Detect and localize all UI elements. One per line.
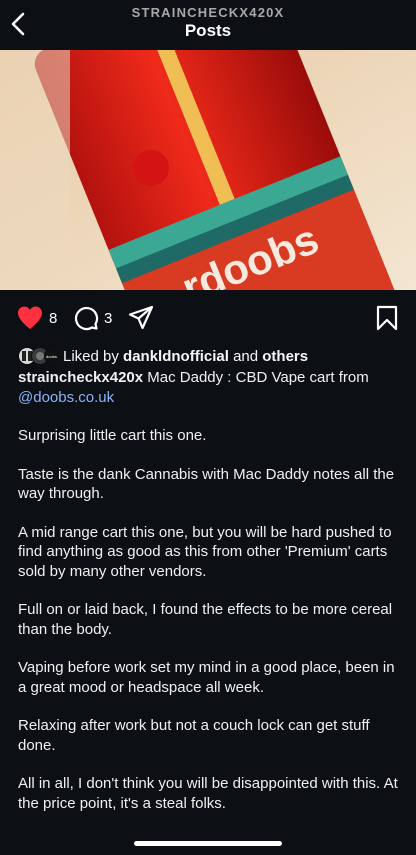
liked-by-and: and (233, 347, 259, 365)
caption-author[interactable]: straincheckx420x (18, 369, 143, 386)
post-image[interactable]: rdoobs (0, 50, 416, 290)
post-actions: 8 3 (0, 300, 416, 336)
home-indicator[interactable] (134, 841, 282, 846)
avatar[interactable]: doobs (44, 347, 62, 365)
page-title: Posts (184, 21, 232, 40)
caption-first-line: Mac Daddy : CBD Vape cart from (147, 369, 369, 386)
post-caption: straincheckx420x Mac Daddy : CBD Vape ca… (18, 368, 402, 832)
caption-paragraph: Surprising little cart this one. (18, 427, 207, 444)
caption-paragraph: Relaxing after work but not a couch lock… (18, 717, 370, 754)
comment-button[interactable]: 3 (73, 305, 112, 331)
liked-by-prefix: Liked by (63, 347, 119, 365)
top-bar: STRAINCHECKX420X Posts (0, 0, 416, 48)
liked-by: doobs Liked by dankldnofficial and other… (18, 346, 408, 366)
liked-by-others[interactable]: others (262, 348, 308, 365)
caption-paragraph: Vaping before work set my mind in a good… (18, 659, 395, 696)
avatar-logo-text: doobs (46, 354, 57, 359)
liker-avatars: doobs (18, 347, 62, 365)
mention-link[interactable]: @doobs.co.uk (18, 389, 114, 406)
like-button[interactable]: 8 (16, 305, 57, 331)
like-count: 8 (49, 309, 58, 327)
caption-paragraph: A mid range cart this one, but you will … (18, 523, 392, 580)
bookmark-icon (376, 305, 398, 331)
liked-by-user[interactable]: dankldnofficial (123, 348, 229, 365)
header-username: STRAINCHECKX420X (131, 5, 285, 20)
comment-icon (74, 306, 99, 331)
caption-paragraph: All in all, I don't think you will be di… (18, 775, 398, 812)
heart-icon (18, 306, 42, 329)
share-button[interactable] (128, 305, 154, 331)
caption-paragraph: Taste is the dank Cannabis with Mac Dadd… (18, 465, 395, 503)
share-icon (128, 305, 154, 330)
bookmark-button[interactable] (376, 305, 398, 331)
comment-count: 3 (104, 309, 113, 327)
caption-paragraph: Full on or laid back, I found the effect… (18, 601, 393, 638)
